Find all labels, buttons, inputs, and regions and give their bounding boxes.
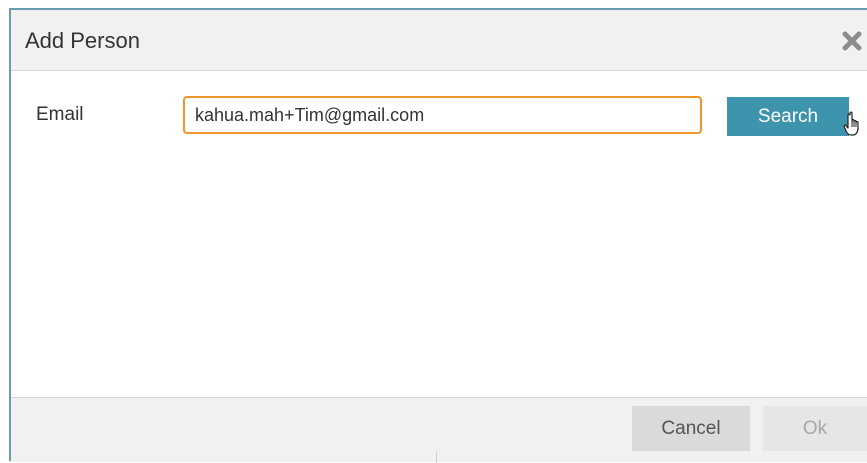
email-label: Email: [36, 104, 84, 125]
add-person-dialog: Add Person Email Search Cancel Ok: [9, 8, 867, 462]
search-button[interactable]: Search: [727, 97, 849, 136]
ok-button[interactable]: Ok: [763, 406, 867, 451]
divider: [436, 452, 437, 463]
cancel-button[interactable]: Cancel: [632, 406, 750, 451]
email-field[interactable]: [183, 96, 702, 134]
dialog-body: Email Search: [11, 71, 867, 397]
close-icon[interactable]: [841, 30, 863, 52]
dialog-header: Add Person: [11, 10, 867, 71]
hand-pointer-icon: [843, 111, 865, 137]
dialog-title: Add Person: [25, 28, 140, 53]
dialog-footer: Cancel Ok: [11, 397, 867, 462]
